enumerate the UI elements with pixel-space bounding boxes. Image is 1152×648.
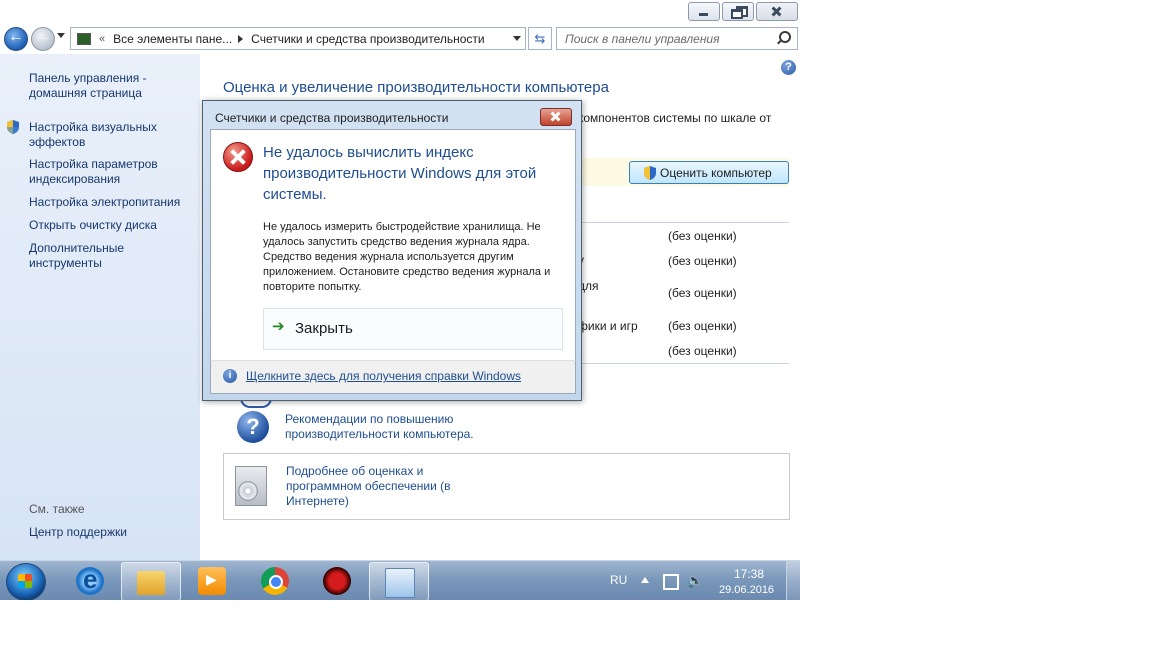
sidebar-item-disk-cleanup[interactable]: Открыть очистку диска	[29, 218, 194, 233]
start-button[interactable]	[6, 563, 46, 600]
taskbar-ie-button[interactable]	[61, 562, 119, 599]
sidebar-item-advanced-tools[interactable]: Дополнительные инструменты	[29, 241, 194, 271]
forward-button[interactable]	[31, 27, 55, 51]
see-also-label: См. также	[29, 502, 85, 516]
volume-icon[interactable]: 🔈	[687, 573, 703, 589]
page-title: Оценка и увеличение производительности к…	[223, 79, 609, 96]
breadcrumb-overflow[interactable]: «	[99, 33, 105, 45]
recommendations-link[interactable]: Рекомендации по повышению производительн…	[285, 412, 485, 442]
help-icon[interactable]: ?	[781, 60, 796, 75]
breadcrumb-all-items[interactable]: Все элементы пане...	[113, 32, 232, 46]
address-bar[interactable]: « Все элементы пане... Счетчики и средст…	[70, 27, 526, 50]
breadcrumb-performance[interactable]: Счетчики и средства производительности	[251, 32, 484, 46]
media-player-icon	[198, 567, 226, 595]
close-command-button[interactable]: ➔ Закрыть	[263, 308, 563, 350]
sidebar-item-visual-effects[interactable]: Настройка визуальных эффектов	[29, 120, 194, 150]
screen: « Все элементы пане... Счетчики и средст…	[0, 0, 800, 600]
refresh-button[interactable]: ⇆	[528, 27, 552, 50]
taskbar-chrome-button[interactable]	[246, 562, 304, 599]
question-icon: ?	[237, 411, 269, 443]
chrome-icon	[261, 567, 289, 595]
sidebar-item-action-center[interactable]: Центр поддержки	[29, 525, 194, 540]
clock-time[interactable]: 17:38	[734, 567, 764, 581]
sidebar-item-power[interactable]: Настройка электропитания	[29, 195, 194, 210]
dialog-title: Счетчики и средства производительности	[215, 111, 449, 125]
details-link[interactable]: Подробнее об оценках и программном обесп…	[286, 464, 466, 509]
rate-computer-button[interactable]: Оценить компьютер	[629, 161, 789, 184]
close-command-label: Закрыть	[295, 320, 353, 337]
internet-explorer-icon	[76, 564, 104, 595]
minimize-button[interactable]	[688, 2, 720, 21]
search-icon[interactable]	[779, 31, 791, 43]
dialog-body: Не удалось вычислить индекс производител…	[210, 129, 576, 361]
back-button[interactable]	[4, 27, 28, 51]
window-titlebar	[0, 0, 800, 24]
dialog-heading: Не удалось вычислить индекс производител…	[263, 144, 537, 203]
sidebar-item-indexing[interactable]: Настройка параметров индексирования	[29, 157, 194, 187]
taskbar-explorer-button[interactable]	[121, 562, 181, 600]
score-cell: (без оценки)	[668, 254, 737, 268]
recent-pages-dropdown[interactable]	[57, 33, 65, 38]
uac-shield-icon	[644, 165, 656, 180]
dialog-message: Не удалось измерить быстродействие храни…	[263, 221, 551, 293]
taskbar-media-button[interactable]	[183, 562, 241, 599]
score-cell: (без оценки)	[668, 344, 737, 358]
breadcrumb-separator-icon[interactable]	[238, 34, 244, 43]
table-divider	[578, 363, 789, 364]
show-desktop-button[interactable]	[786, 561, 800, 600]
rate-computer-label: Оценить компьютер	[660, 165, 772, 180]
sidebar-item-home[interactable]: Панель управления - домашняя страница	[29, 71, 194, 101]
show-hidden-icons-icon[interactable]	[641, 577, 649, 583]
network-icon[interactable]	[663, 574, 679, 590]
description-text: компонентов системы по шкале от	[578, 111, 772, 125]
restore-button[interactable]	[722, 2, 754, 21]
score-cell: (без оценки)	[668, 229, 737, 243]
taskbar-control-panel-button[interactable]	[369, 562, 429, 600]
dialog-close-button[interactable]	[540, 108, 572, 126]
windows-help-link[interactable]: Щелкните здесь для получения справки Win…	[246, 369, 521, 383]
component-fragment: фики и игр	[578, 319, 638, 333]
close-window-button[interactable]	[756, 2, 798, 21]
info-icon: i	[223, 369, 237, 383]
window-controls	[688, 2, 798, 21]
taskbar-game-button[interactable]	[308, 562, 366, 599]
folder-icon	[137, 571, 165, 595]
clock-date[interactable]: 29.06.2016	[719, 584, 774, 596]
search-input[interactable]	[563, 28, 777, 49]
table-divider	[578, 222, 789, 223]
search-box[interactable]	[556, 27, 798, 50]
dialog-footer: i Щелкните здесь для получения справки W…	[210, 360, 576, 394]
green-arrow-icon: ➔	[272, 318, 285, 335]
error-dialog: Счетчики и средства производительности Н…	[202, 100, 582, 401]
control-panel-icon	[385, 568, 415, 598]
score-cell: (без оценки)	[668, 286, 737, 300]
score-cell: (без оценки)	[668, 319, 737, 333]
software-disc-icon	[235, 466, 267, 506]
language-indicator[interactable]: RU	[610, 573, 627, 587]
taskbar: RU 🔈 17:38 29.06.2016	[0, 560, 800, 600]
uac-shield-icon	[7, 120, 19, 134]
sidebar: Панель управления - домашняя страница На…	[0, 54, 200, 560]
error-icon	[223, 142, 253, 172]
details-box: Подробнее об оценках и программном обесп…	[223, 453, 790, 520]
address-dropdown-icon[interactable]	[513, 36, 521, 41]
control-panel-icon	[77, 32, 91, 45]
game-booster-icon	[323, 567, 351, 595]
navigation-bar: « Все элементы пане... Счетчики и средст…	[0, 24, 800, 54]
